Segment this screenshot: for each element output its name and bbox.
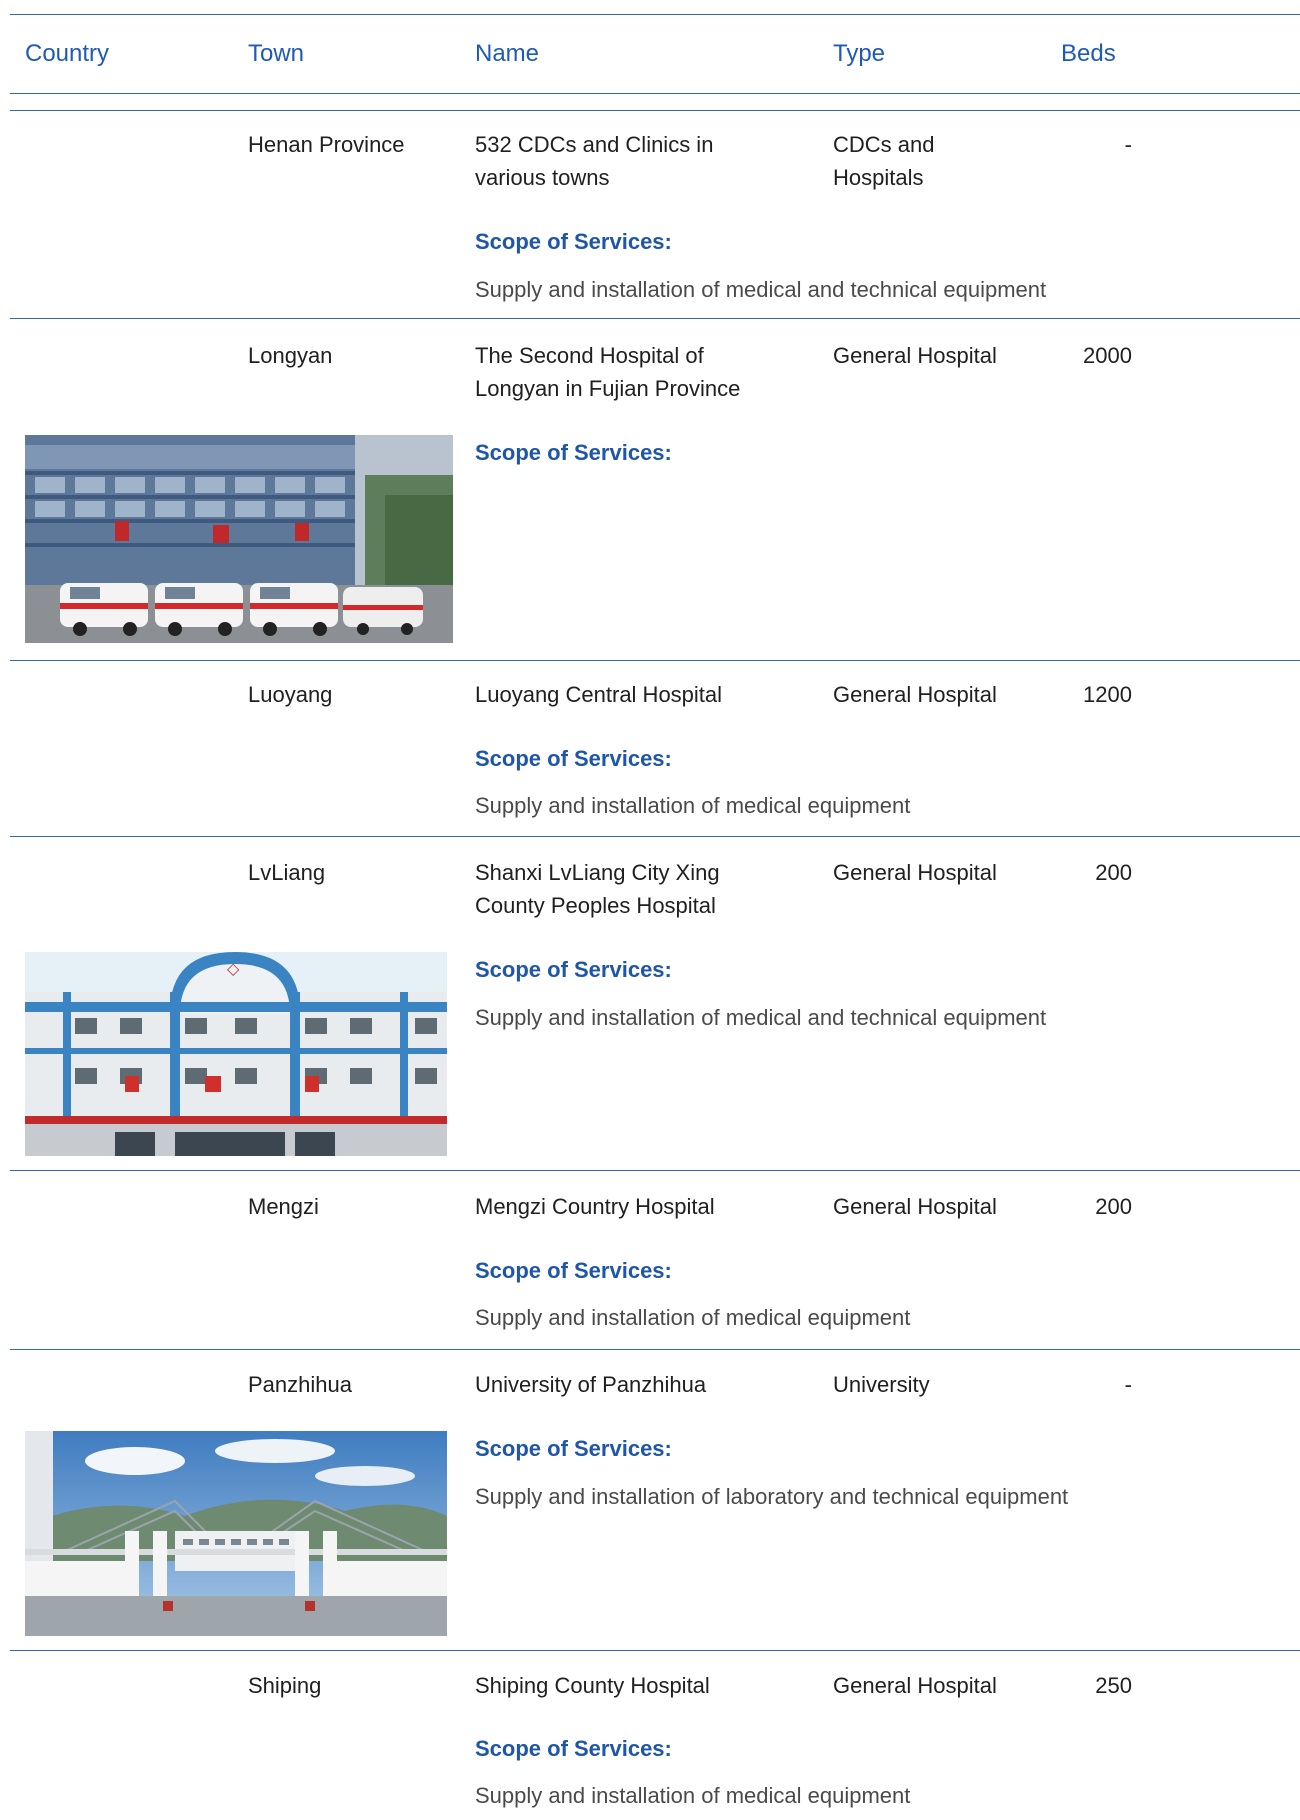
row-beds: - — [1124, 1372, 1132, 1397]
scope-label: Scope of Services: — [475, 1258, 672, 1283]
row-beds: 200 — [1095, 860, 1132, 885]
column-header-country[interactable]: Country — [25, 40, 109, 68]
row-type-line: Hospitals — [833, 165, 924, 190]
row-town: Shiping — [248, 1673, 322, 1698]
scope-label: Scope of Services: — [475, 229, 672, 254]
scope-text: Supply and installation of medical and t… — [475, 1005, 1047, 1030]
row-type: General Hospital — [833, 1673, 997, 1698]
scope-label: Scope of Services: — [475, 1436, 672, 1461]
row-name-line: County Peoples Hospital — [475, 893, 716, 918]
row-divider — [10, 318, 1300, 319]
row-type: General Hospital — [833, 343, 997, 368]
scope-text: Supply and installation of medical equip… — [475, 1783, 911, 1808]
row-beds: 250 — [1095, 1673, 1132, 1698]
row-type: General Hospital — [833, 860, 997, 885]
svg-text:◇: ◇ — [227, 959, 240, 978]
row-name: Shiping County Hospital — [475, 1673, 710, 1698]
hospital-with-ambulances-photo — [25, 435, 453, 643]
header-bottom-rule — [10, 93, 1300, 94]
row-town: Longyan — [248, 343, 333, 368]
row-town: LvLiang — [248, 860, 326, 885]
row-type: CDCs and Hospitals — [833, 128, 934, 194]
row-town: Mengzi — [248, 1194, 319, 1219]
row-name: 532 CDCs and Clinics in various towns — [475, 128, 713, 194]
row-name-line: Shanxi LvLiang City Xing — [475, 860, 720, 885]
row-divider — [10, 1170, 1300, 1171]
row-divider — [10, 836, 1300, 837]
row-name: The Second Hospital of Longyan in Fujian… — [475, 339, 740, 405]
row-beds: - — [1124, 132, 1132, 157]
row-town: Luoyang — [248, 682, 333, 707]
row-divider — [10, 1650, 1300, 1651]
scope-text: Supply and installation of laboratory an… — [475, 1484, 1069, 1509]
column-header-type[interactable]: Type — [833, 40, 885, 68]
row-name: Luoyang Central Hospital — [475, 682, 723, 707]
hospital-building-photo: ◇ — [25, 952, 447, 1156]
row-town: Panzhihua — [248, 1372, 352, 1397]
header-rule — [10, 110, 1300, 111]
scope-label: Scope of Services: — [475, 440, 672, 465]
row-name-line: 532 CDCs and Clinics in — [475, 132, 714, 157]
university-gate-photo — [25, 1431, 447, 1636]
row-name-line: Longyan in Fujian Province — [475, 376, 741, 401]
scope-text: Supply and installation of medical equip… — [475, 793, 911, 818]
scope-label: Scope of Services: — [475, 957, 672, 982]
row-beds: 2000 — [1083, 343, 1132, 368]
row-type: General Hospital — [833, 682, 997, 707]
row-beds: 1200 — [1083, 682, 1132, 707]
row-name: University of Panzhihua — [475, 1372, 707, 1397]
scope-label: Scope of Services: — [475, 746, 672, 771]
column-header-town[interactable]: Town — [248, 40, 304, 68]
row-name-line: various towns — [475, 165, 610, 190]
row-name-line: The Second Hospital of — [475, 343, 704, 368]
column-header-name[interactable]: Name — [475, 40, 539, 68]
scope-label: Scope of Services: — [475, 1736, 672, 1761]
row-beds: 200 — [1095, 1194, 1132, 1219]
row-divider — [10, 1349, 1300, 1350]
header-top-rule — [10, 14, 1300, 15]
column-header-beds[interactable]: Beds — [1061, 40, 1116, 68]
row-name: Shanxi LvLiang City Xing County Peoples … — [475, 856, 720, 922]
row-type-line: CDCs and — [833, 132, 935, 157]
scope-text: Supply and installation of medical equip… — [475, 1305, 911, 1330]
row-name: Mengzi Country Hospital — [475, 1194, 715, 1219]
row-type: University — [833, 1372, 930, 1397]
row-town: Henan Province — [248, 132, 405, 157]
scope-text: Supply and installation of medical and t… — [475, 277, 1047, 302]
row-divider — [10, 660, 1300, 661]
row-type: General Hospital — [833, 1194, 997, 1219]
